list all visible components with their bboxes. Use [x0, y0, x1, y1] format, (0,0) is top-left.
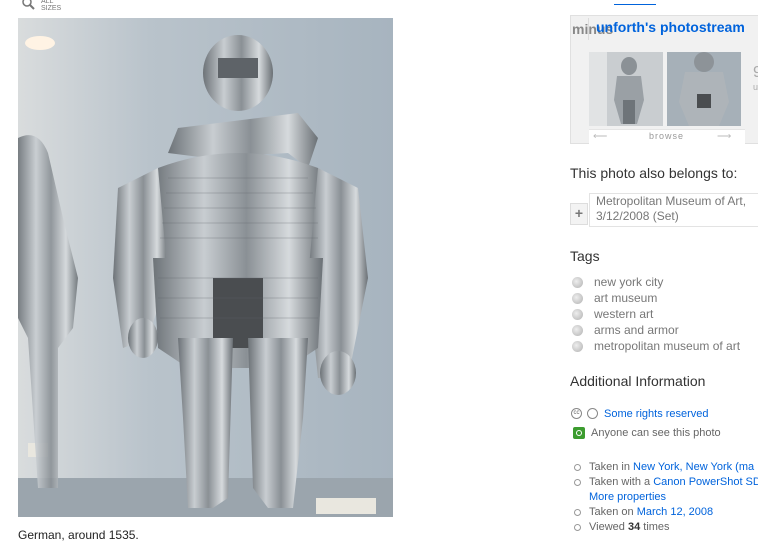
tag-globe-icon: [572, 341, 583, 352]
bullet-icon: [574, 509, 581, 516]
collapse-button[interactable]: minus: [572, 18, 613, 40]
all-sizes-button[interactable]: All sizes: [19, 0, 79, 14]
tag-label[interactable]: metropolitan museum of art: [594, 339, 740, 353]
armor-thumbnail-image: [667, 52, 741, 126]
all-sizes-label: All sizes: [41, 0, 62, 12]
thumbnail-previous[interactable]: [589, 52, 663, 126]
set-name[interactable]: Metropolitan Museum of Art, 3/12/2008 (S…: [589, 193, 758, 227]
armor-photo-image: [18, 18, 393, 517]
thumbnail-current[interactable]: [667, 52, 741, 126]
viewed-suffix: times: [643, 521, 670, 533]
add-set-button[interactable]: +: [570, 203, 588, 225]
set-name-line2: 3/12/2008 (Set): [596, 209, 679, 223]
top-link-underline[interactable]: [614, 0, 656, 5]
license-link[interactable]: Some rights reserved: [604, 408, 709, 420]
browse-bar: ⟵ browse ⟶: [589, 129, 745, 144]
photostream-count-sub: u: [753, 82, 758, 92]
main-photo[interactable]: [18, 18, 393, 517]
bullet-icon: [574, 524, 581, 531]
bullet-icon: [574, 479, 581, 486]
taken-in-prefix: Taken in: [589, 461, 630, 473]
privacy-text: Anyone can see this photo: [591, 427, 721, 439]
tag-label[interactable]: art museum: [594, 291, 657, 305]
camera-link[interactable]: Canon PowerShot SD: [653, 476, 758, 488]
additional-info-heading: Additional Information: [570, 373, 706, 389]
more-properties-link[interactable]: More properties: [589, 491, 666, 503]
photo-caption: German, around 1535.: [18, 528, 139, 542]
cc-icon: cc: [571, 408, 582, 419]
tag-globe-icon: [572, 277, 583, 288]
prev-arrow-icon[interactable]: ⟵: [593, 131, 607, 142]
browse-label[interactable]: browse: [649, 131, 684, 141]
photostream-count: 9: [753, 64, 758, 81]
photostream-title-link[interactable]: unforth's photostream: [596, 19, 745, 35]
tag-label[interactable]: new york city: [594, 275, 663, 289]
map-link[interactable]: (ma: [735, 461, 754, 473]
location-link[interactable]: New York, New York: [633, 461, 732, 473]
date-link[interactable]: March 12, 2008: [637, 506, 713, 518]
bullet-icon: [574, 464, 581, 471]
taken-with-prefix: Taken with a: [589, 476, 651, 488]
attribution-icon: [587, 408, 598, 419]
tag-label[interactable]: western art: [594, 307, 653, 321]
taken-on-prefix: Taken on: [589, 506, 634, 518]
viewed-prefix: Viewed: [589, 521, 625, 533]
view-count: 34: [627, 521, 641, 533]
tag-label[interactable]: arms and armor: [594, 323, 679, 337]
tag-globe-icon: [572, 309, 583, 320]
tags-heading: Tags: [570, 248, 600, 264]
next-arrow-icon[interactable]: ⟶: [717, 131, 731, 142]
tag-globe-icon: [572, 325, 583, 336]
sets-heading: This photo also belongs to:: [570, 165, 738, 181]
set-name-line1: Metropolitan Museum of Art,: [596, 194, 747, 208]
photostream-panel: minus unforth's photostream ⟵ browse ⟶ 9: [570, 15, 758, 144]
armor-thumbnail-image: [589, 52, 663, 126]
magnifier-icon: [22, 0, 35, 10]
tag-globe-icon: [572, 293, 583, 304]
set-item[interactable]: + Metropolitan Museum of Art, 3/12/2008 …: [570, 193, 758, 228]
public-icon: [573, 427, 585, 439]
